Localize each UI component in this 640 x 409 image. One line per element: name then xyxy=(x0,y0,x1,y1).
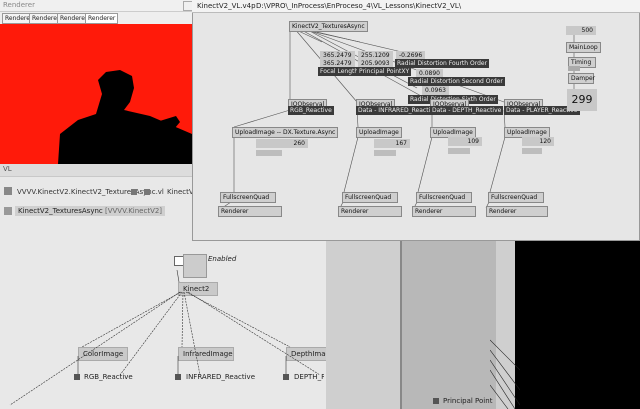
doc-definition[interactable]: KinectV2_TexturesAsync [VVVV.KinectV2] xyxy=(15,206,166,216)
renderer-title: Renderer xyxy=(3,1,35,9)
vl-titlebar: VL xyxy=(0,164,192,177)
vl-title: VL xyxy=(3,165,12,173)
damper-node[interactable]: Damper xyxy=(568,73,595,84)
chevron-icon[interactable] xyxy=(131,189,137,195)
doc-label: KinectV2_TexturesAsync xyxy=(18,207,103,215)
upload-node-1[interactable]: UploadImage -- DX.Texture.Async xyxy=(232,127,339,138)
upload-value-1[interactable]: 260 xyxy=(256,139,308,148)
grey-panel-inner xyxy=(400,241,496,409)
dist2-label: Radial Distortion Second Order xyxy=(408,77,505,86)
upload-value-4[interactable]: 120 xyxy=(522,137,554,146)
renderer-node-4[interactable]: Renderer xyxy=(486,206,548,217)
dist4-label: Radial Distortion Fourth Order xyxy=(395,59,490,68)
upload-value-2[interactable]: 167 xyxy=(374,139,410,148)
upload-slot-3[interactable] xyxy=(448,148,470,154)
timing-slot[interactable] xyxy=(568,66,580,71)
upload-node-2[interactable]: UploadImage xyxy=(356,127,402,138)
vl-links xyxy=(9,269,321,406)
data-label-3: Data - DEPTH_Reactive xyxy=(430,106,504,115)
doc-type: [VVVV.KinectV2] xyxy=(104,207,163,215)
upload-slot-1[interactable] xyxy=(256,150,282,156)
renderer-node-2[interactable]: Renderer xyxy=(338,206,402,217)
quad-node-3[interactable]: FullscreenQuad xyxy=(416,192,472,203)
renderer-canvas[interactable] xyxy=(0,24,192,164)
renderer-node-1[interactable]: Renderer xyxy=(218,206,282,217)
upload-value-3[interactable]: 109 xyxy=(448,137,482,146)
renderer-tab-4[interactable]: Renderer xyxy=(85,13,119,24)
data-label-2: Data - INFRARED_Reactive xyxy=(356,106,440,115)
document-icon xyxy=(4,187,12,195)
patch-title: KinectV2_VL.v4p xyxy=(197,2,256,10)
upload-slot-2[interactable] xyxy=(374,150,396,156)
quad-node-4[interactable]: FullscreenQuad xyxy=(488,192,544,203)
renderer-node-3[interactable]: Renderer xyxy=(412,206,476,217)
arrow-icon[interactable] xyxy=(144,189,150,195)
textures-async-node[interactable]: KinectV2_TexturesAsync xyxy=(289,21,368,32)
definition-icon xyxy=(4,207,12,215)
principal-point-pin[interactable] xyxy=(433,398,439,404)
renderer-titlebar: Renderer xyxy=(0,0,192,12)
data-label-1: RGB_Reactive xyxy=(288,106,334,115)
breadcrumb[interactable]: VVVV.KinectV2.KinectV2_TexturesAsync.vl xyxy=(17,188,164,196)
quad-node-2[interactable]: FullscreenQuad xyxy=(342,192,398,203)
big-value[interactable]: 299 xyxy=(567,89,597,111)
side-value[interactable]: 500 xyxy=(566,26,596,35)
dark-panel xyxy=(515,241,640,409)
principal-label: Principal PointXY xyxy=(357,67,412,76)
quad-node-1[interactable]: FullscreenQuad xyxy=(220,192,276,203)
patch-path: D:\VPRO\_InProcess\EnProceso_4\VL_Lesson… xyxy=(256,2,462,10)
mainloop-node[interactable]: MainLoop xyxy=(566,42,601,53)
principal-point-label: Principal Point xyxy=(443,397,493,405)
player-silhouette xyxy=(58,70,192,164)
upload-slot-4[interactable] xyxy=(522,148,542,154)
textures-async-label: KinectV2_TexturesAsync xyxy=(292,23,365,30)
dist6-value[interactable]: 0.0963 xyxy=(422,86,449,95)
panel-links xyxy=(490,339,520,409)
